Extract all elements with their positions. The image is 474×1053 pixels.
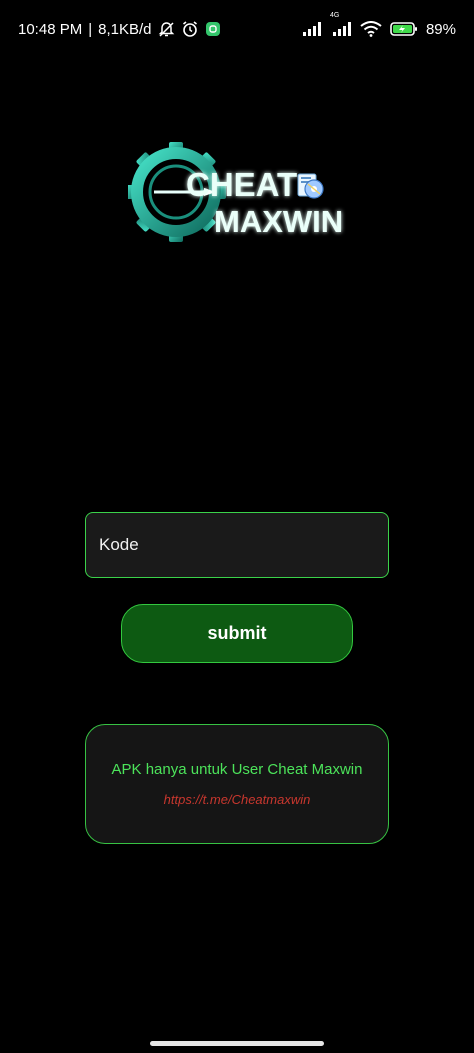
submit-button[interactable]: submit [121, 604, 353, 663]
notifications-off-icon [158, 21, 175, 38]
status-right: 4G 89% [302, 12, 456, 38]
status-speed: 8,1KB/d [98, 20, 152, 38]
cheat-maxwin-logo: CHEAT MAXWIN [128, 140, 348, 245]
telegram-link[interactable]: https://t.me/Cheatmaxwin [164, 792, 311, 807]
status-separator: | [88, 20, 93, 38]
logo-line1: CHEAT [186, 166, 297, 203]
gesture-nav-handle[interactable] [150, 1041, 324, 1046]
code-input[interactable] [85, 512, 389, 578]
battery-percentage: 89% [425, 20, 456, 38]
battery-charging-icon [390, 21, 418, 37]
screen: 10:48 PM | 8,1KB/d 4G 89% CHEAT MAXWIN K… [0, 0, 474, 1053]
status-bar: 10:48 PM | 8,1KB/d 4G 89% [0, 0, 474, 58]
info-message: APK hanya untuk User Cheat Maxwin [111, 761, 363, 778]
info-card: APK hanya untuk User Cheat Maxwin https:… [85, 724, 389, 844]
app-notification-icon [205, 21, 221, 37]
signal-2-icon: 4G [330, 12, 352, 37]
network-type-label: 4G [329, 12, 340, 19]
logo-line2: MAXWIN [214, 204, 343, 239]
signal-1-icon [302, 21, 322, 37]
alarm-icon [181, 20, 199, 38]
status-time: 10:48 PM [18, 20, 83, 38]
wifi-icon [360, 21, 382, 37]
status-left: 10:48 PM | 8,1KB/d [18, 20, 221, 38]
disc-document-icon [297, 173, 324, 199]
